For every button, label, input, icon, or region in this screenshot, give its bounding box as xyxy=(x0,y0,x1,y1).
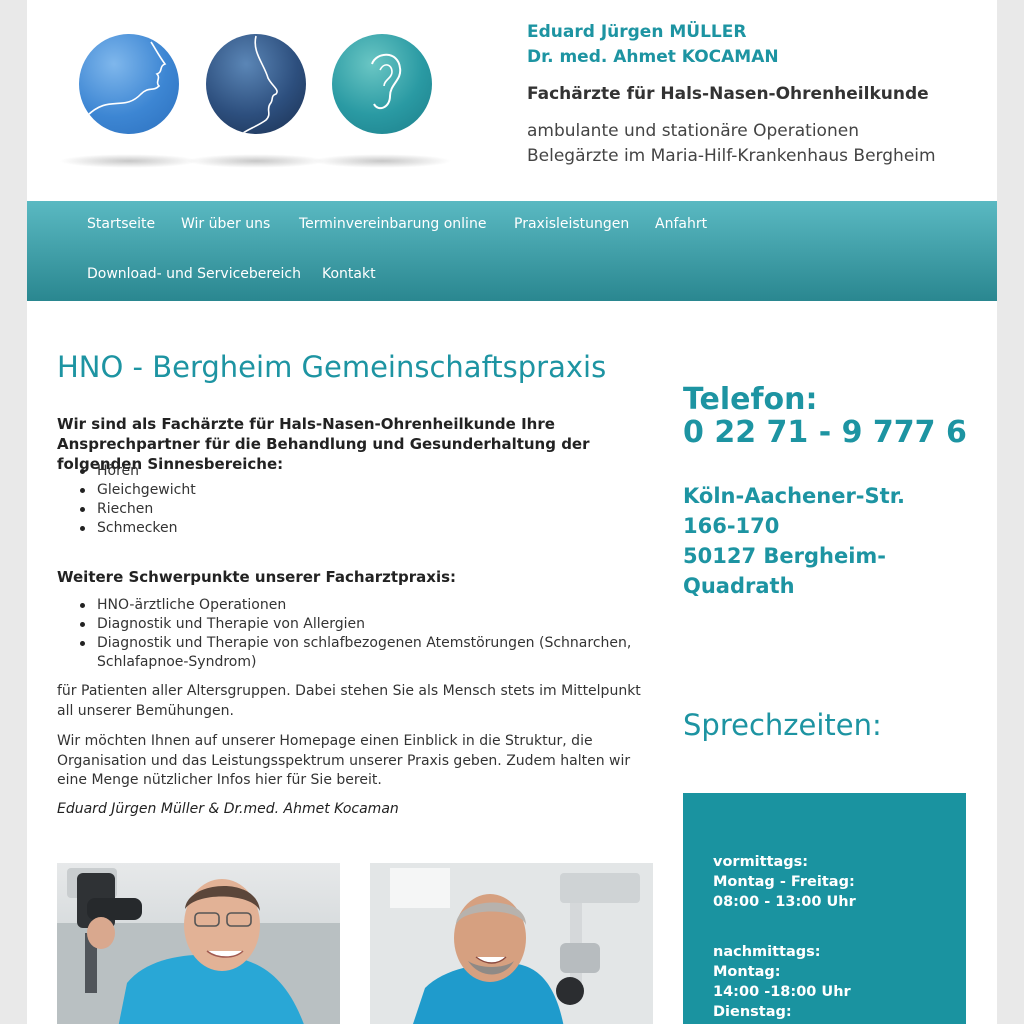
page: Eduard Jürgen MÜLLER Dr. med. Ahmet KOCA… xyxy=(27,0,997,1024)
hours-afternoon-time-monday: 14:00 -18:00 Uhr xyxy=(713,984,851,1000)
doctor-photo-1 xyxy=(57,863,340,1024)
hours-afternoon-label: nachmittags: xyxy=(713,944,821,960)
ear-icon[interactable] xyxy=(332,34,432,134)
header-subline-2: Belegärzte im Maria-Hilf-Krankenhaus Ber… xyxy=(527,146,936,166)
main-nav xyxy=(27,201,997,301)
list-item: Hören xyxy=(80,462,196,481)
focus-list: HNO-ärztliche Operationen Diagnostik und… xyxy=(80,596,637,672)
list-item: Diagnostik und Therapie von Allergien xyxy=(80,615,637,634)
site-header: Eduard Jürgen MÜLLER Dr. med. Ahmet KOCA… xyxy=(27,0,997,201)
header-subline-1: ambulante und stationäre Operationen xyxy=(527,121,859,141)
signature: Eduard Jürgen Müller & Dr.med. Ahmet Koc… xyxy=(57,801,399,817)
hours-morning-days: Montag - Freitag: xyxy=(713,874,855,890)
senses-list: Hören Gleichgewicht Riechen Schmecken xyxy=(80,462,196,538)
doctor-name-1: Eduard Jürgen MÜLLER xyxy=(527,22,747,42)
nav-item-anfahrt[interactable]: Anfahrt xyxy=(655,216,707,232)
nav-item-wir-ueber-uns[interactable]: Wir über uns xyxy=(181,216,270,232)
address-city: 50127 Bergheim-Quadrath xyxy=(683,544,886,598)
office-hours-heading: Sprechzeiten: xyxy=(683,708,882,742)
page-title: HNO - Bergheim Gemeinschaftspraxis xyxy=(57,350,607,384)
face-profile-icon[interactable] xyxy=(79,34,179,134)
address: Köln-Aachener-Str. 166-170 50127 Berghei… xyxy=(683,481,953,601)
paragraph-homepage: Wir möchten Ihnen auf unserer Homepage e… xyxy=(57,733,631,788)
phone-label: Telefon: xyxy=(683,382,818,417)
phone-number[interactable]: 0 22 71 - 9 777 6 xyxy=(683,415,967,450)
hours-afternoon-day-monday: Montag: xyxy=(713,964,781,980)
paragraph-patients: für Patienten aller Altersgruppen. Dabei… xyxy=(57,683,641,719)
nav-item-download[interactable]: Download- und Servicebereich xyxy=(87,266,301,282)
specialty-title: Fachärzte für Hals-Nasen-Ohrenheilkunde xyxy=(527,84,929,104)
list-item: Diagnostik und Therapie von schlafbezoge… xyxy=(80,634,637,672)
doctor-name-2: Dr. med. Ahmet KOCAMAN xyxy=(527,47,779,67)
logo-shadow xyxy=(186,154,326,168)
office-hours-box: vormittags: Montag - Freitag: 08:00 - 13… xyxy=(683,793,966,1024)
address-street: Köln-Aachener-Str. 166-170 xyxy=(683,484,906,538)
hours-morning-time: 08:00 - 13:00 Uhr xyxy=(713,894,856,910)
list-item: Riechen xyxy=(80,500,196,519)
nav-item-terminvereinbarung[interactable]: Terminvereinbarung online xyxy=(299,216,486,232)
list-item: Gleichgewicht xyxy=(80,482,196,498)
nav-item-kontakt[interactable]: Kontakt xyxy=(322,266,376,282)
logo-shadow xyxy=(312,154,452,168)
list-item: Schmecken xyxy=(80,519,196,538)
nose-profile-icon[interactable] xyxy=(206,34,306,134)
focus-heading: Weitere Schwerpunkte unserer Facharztpra… xyxy=(57,568,457,586)
logo-shadow xyxy=(59,154,199,168)
hours-morning-label: vormittags: xyxy=(713,854,809,870)
nav-item-startseite[interactable]: Startseite xyxy=(87,216,155,232)
list-item: HNO-ärztliche Operationen xyxy=(80,596,637,615)
hours-afternoon-day-tuesday: Dienstag: xyxy=(713,1004,792,1020)
nav-item-praxisleistungen[interactable]: Praxisleistungen xyxy=(514,216,629,232)
doctor-photo-2 xyxy=(370,863,653,1024)
